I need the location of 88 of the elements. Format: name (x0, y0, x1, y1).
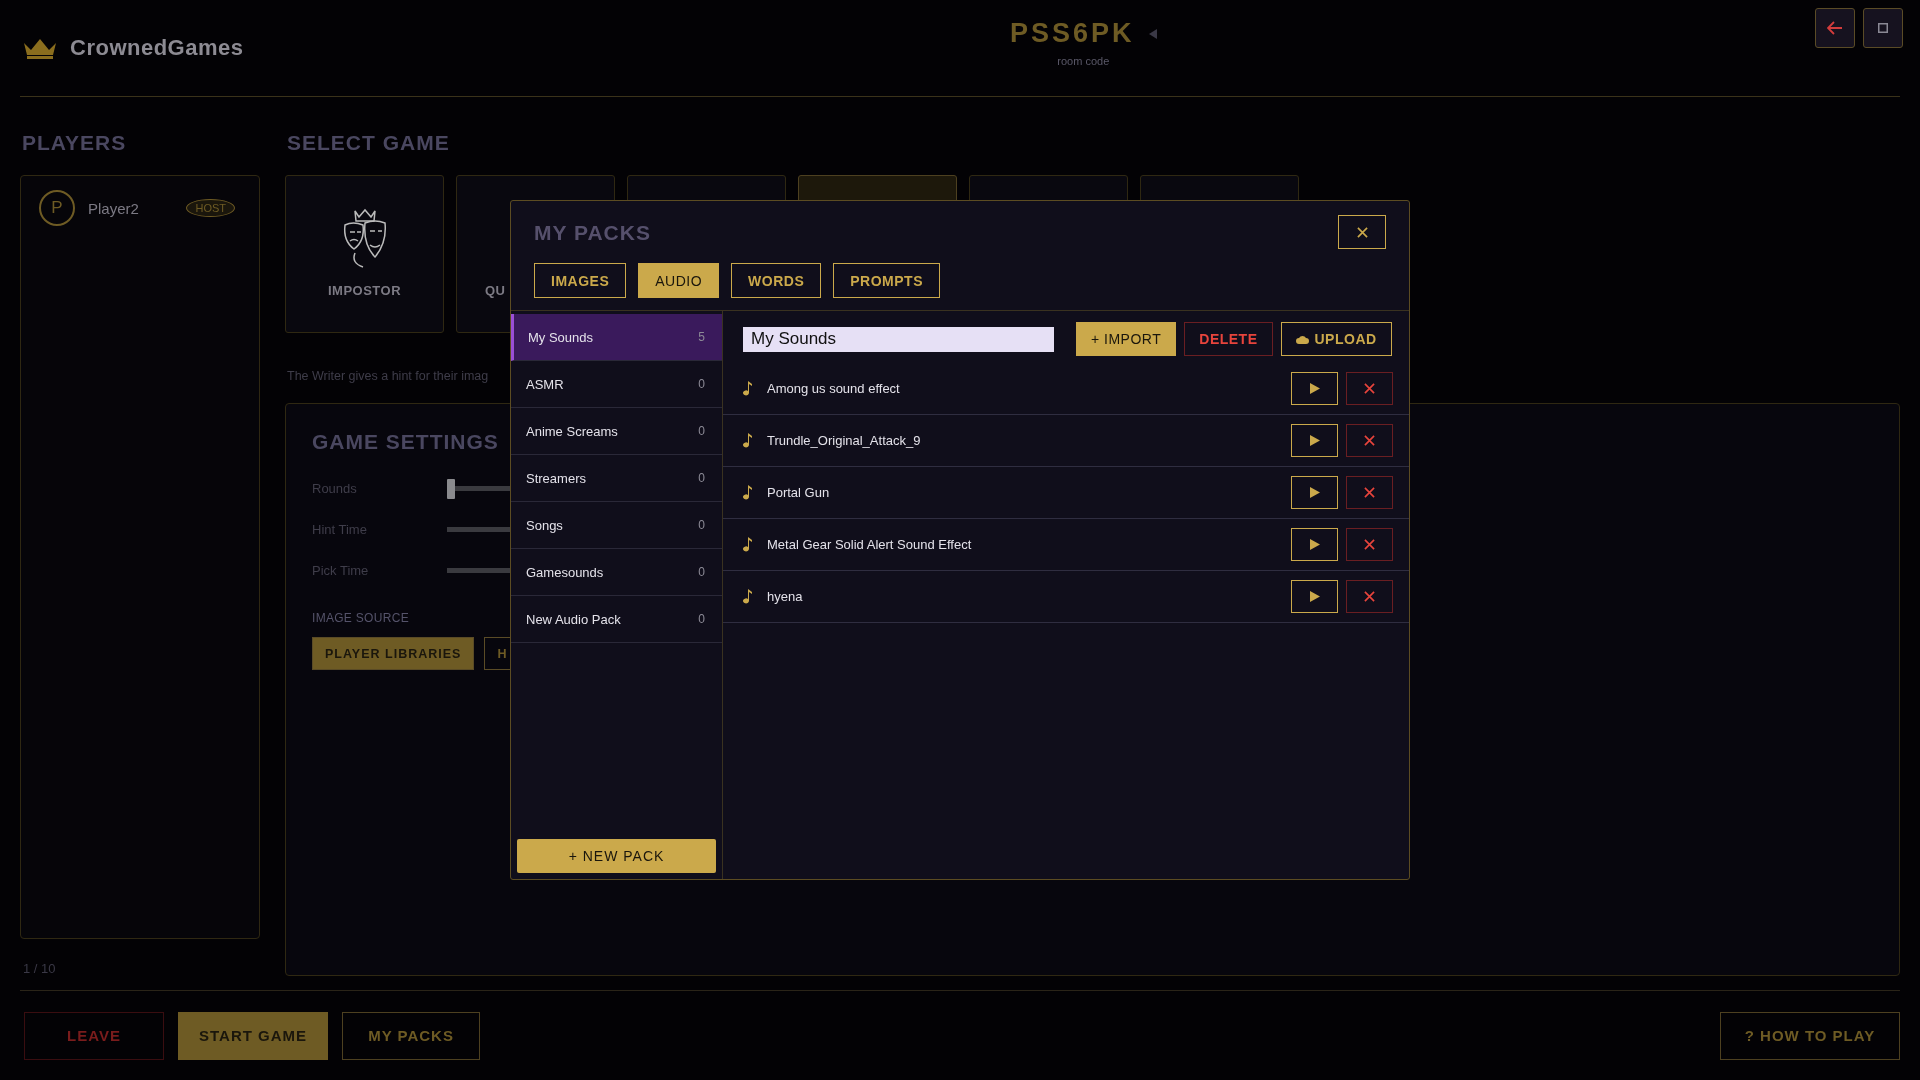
play-button[interactable] (1291, 372, 1338, 405)
music-note-icon (743, 433, 753, 448)
setting-label: Hint Time (312, 522, 368, 537)
pack-item[interactable]: Anime Screams 0 (511, 408, 722, 455)
delete-button[interactable]: DELETE (1184, 322, 1273, 356)
pack-item[interactable]: Streamers 0 (511, 455, 722, 502)
remove-button[interactable] (1346, 424, 1393, 457)
play-icon (1309, 487, 1320, 498)
player-avatar: P (39, 190, 75, 226)
play-icon (1309, 435, 1320, 446)
player-name: Player2 (88, 199, 140, 217)
pack-name: My Sounds (528, 329, 594, 345)
music-note-icon (743, 381, 753, 396)
pack-name: ASMR (526, 376, 564, 392)
music-note-icon (743, 485, 753, 500)
remove-button[interactable] (1346, 528, 1393, 561)
x-icon (1364, 487, 1375, 498)
pack-count: 0 (698, 471, 705, 485)
x-icon (1364, 539, 1375, 550)
logo-text: CrownedGames (70, 35, 244, 61)
dialog-title: MY PACKS (534, 221, 651, 245)
sound-name: Trundle_Original_Attack_9 (767, 433, 922, 448)
arrow-left-icon (1827, 21, 1843, 35)
pack-name: Songs (526, 517, 563, 533)
pack-item[interactable]: Songs 0 (511, 502, 722, 549)
category-tab[interactable]: WORDS (731, 263, 822, 298)
sound-name: Metal Gear Solid Alert Sound Effect (767, 537, 973, 552)
close-icon (1356, 226, 1368, 238)
setting-label: Pick Time (312, 563, 370, 578)
play-icon (1309, 383, 1320, 394)
players-heading: PLAYERS (22, 131, 127, 155)
pack-count: 0 (698, 612, 705, 626)
pack-item[interactable]: Gamesounds 0 (511, 549, 722, 596)
back-button[interactable] (1815, 8, 1855, 48)
remove-button[interactable] (1346, 580, 1393, 613)
select-game-heading: SELECT GAME (287, 131, 450, 155)
game-title: QU (485, 283, 506, 298)
category-tab[interactable]: IMAGES (534, 263, 627, 298)
category-tab[interactable]: AUDIO (638, 263, 720, 298)
new-pack-button[interactable]: + NEW PACK (517, 839, 716, 873)
play-button[interactable] (1291, 424, 1338, 457)
room-code: PSS6PK (1010, 18, 1135, 49)
image-source-label: IMAGE SOURCE (312, 611, 409, 625)
category-tab[interactable]: PROMPTS (833, 263, 940, 298)
music-note-icon (743, 589, 753, 604)
upload-button[interactable]: UPLOAD (1280, 322, 1392, 356)
pack-count: 0 (698, 424, 705, 438)
game-card[interactable]: IMPOSTOR (285, 175, 444, 333)
pack-count: 0 (698, 377, 705, 391)
crown-icon (22, 37, 58, 59)
sound-name: Portal Gun (767, 485, 831, 500)
pack-name: Anime Screams (526, 423, 618, 439)
pack-count: 0 (698, 518, 705, 532)
play-button[interactable] (1291, 580, 1338, 613)
game-title: IMPOSTOR (327, 283, 402, 298)
pack-item[interactable]: New Audio Pack 0 (511, 596, 722, 643)
settings-heading: GAME SETTINGS (312, 430, 499, 454)
slider-thumb[interactable] (447, 478, 455, 499)
sound-name: Among us sound effect (767, 381, 901, 396)
room-code-label: room code (1057, 55, 1110, 67)
pack-name: Streamers (526, 470, 586, 486)
x-icon (1364, 591, 1375, 602)
player-count: 1 / 10 (23, 961, 57, 976)
close-button[interactable] (1338, 215, 1386, 249)
host-badge: HOST (186, 199, 235, 217)
music-note-icon (743, 537, 753, 552)
pack-name: New Audio Pack (526, 611, 621, 627)
play-button[interactable] (1291, 476, 1338, 509)
remove-button[interactable] (1346, 476, 1393, 509)
pack-name-field[interactable]: My Sounds (743, 326, 1054, 352)
play-icon (1309, 539, 1320, 550)
cloud-icon (1295, 334, 1309, 344)
pack-name: Gamesounds (526, 564, 604, 580)
game-description: The Writer gives a hint for their imag (287, 369, 490, 383)
pack-item[interactable]: My Sounds 5 (511, 314, 722, 361)
x-icon (1364, 435, 1375, 446)
setting-label: Rounds (312, 481, 358, 496)
pack-item[interactable]: ASMR 0 (511, 361, 722, 408)
play-button[interactable] (1291, 528, 1338, 561)
play-icon (1309, 591, 1320, 602)
remove-button[interactable] (1346, 372, 1393, 405)
pack-count: 5 (698, 330, 705, 344)
square-icon (1878, 23, 1888, 33)
sound-name: hyena (767, 589, 804, 604)
pack-count: 0 (698, 565, 705, 579)
import-button[interactable]: + IMPORT (1076, 322, 1177, 356)
x-icon (1364, 383, 1375, 394)
fullscreen-button[interactable] (1863, 8, 1903, 48)
